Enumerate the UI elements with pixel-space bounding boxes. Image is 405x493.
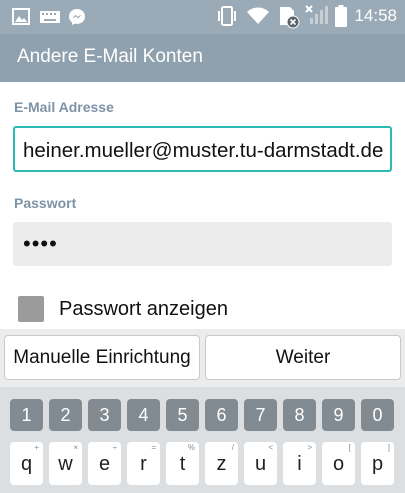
email-field[interactable]: heiner.mueller@muster.tu-darmstadt.de — [13, 126, 392, 172]
keyboard-icon — [40, 11, 60, 23]
key-9[interactable]: 9 — [322, 399, 355, 431]
button-bar: Manuelle Einrichtung Weiter — [0, 329, 405, 387]
password-value: •••• — [23, 231, 58, 256]
keyboard: 1 2 3 4 5 6 7 8 9 0 + q × w ÷ e = r % t … — [0, 387, 405, 493]
key-i-hint: > — [307, 443, 312, 452]
show-password-checkbox[interactable] — [18, 296, 44, 322]
manual-setup-button[interactable]: Manuelle Einrichtung — [4, 335, 200, 380]
key-p-label: p — [371, 453, 384, 475]
app-bar: Andere E-Mail Konten — [0, 34, 405, 82]
key-p-hint: ] — [387, 443, 390, 452]
key-t[interactable]: % t — [166, 442, 199, 485]
key-q-label: q — [20, 453, 33, 475]
key-4[interactable]: 4 — [127, 399, 160, 431]
key-o-hint: [ — [348, 443, 351, 452]
key-u[interactable]: < u — [244, 442, 277, 485]
key-2[interactable]: 2 — [49, 399, 82, 431]
show-password-label[interactable]: Passwort anzeigen — [59, 298, 228, 321]
key-e-label: e — [98, 453, 111, 475]
key-1[interactable]: 1 — [10, 399, 43, 431]
next-button[interactable]: Weiter — [205, 335, 401, 380]
key-7[interactable]: 7 — [244, 399, 277, 431]
key-i-label: i — [297, 453, 302, 475]
key-6[interactable]: 6 — [205, 399, 238, 431]
key-t-hint: % — [187, 443, 195, 452]
key-w[interactable]: × w — [49, 442, 82, 485]
key-i[interactable]: > i — [283, 442, 316, 485]
wifi-icon — [247, 7, 269, 24]
key-o[interactable]: [ o — [322, 442, 355, 485]
vibrate-icon — [218, 6, 236, 26]
messenger-icon — [69, 9, 85, 25]
email-value: heiner.mueller@muster.tu-darmstadt.de — [23, 139, 384, 162]
key-q-hint: + — [34, 443, 39, 452]
key-r[interactable]: = r — [127, 442, 160, 485]
key-w-label: w — [58, 453, 73, 475]
key-r-label: r — [140, 453, 147, 475]
password-label: Passwort — [14, 195, 77, 211]
battery-icon — [335, 5, 347, 27]
key-z-label: z — [216, 453, 227, 475]
key-u-hint: < — [268, 443, 273, 452]
key-z[interactable]: / z — [205, 442, 238, 485]
email-label: E-Mail Adresse — [14, 99, 114, 115]
key-p[interactable]: ] p — [361, 442, 394, 485]
password-field[interactable]: •••• — [13, 222, 392, 266]
key-e[interactable]: ÷ e — [88, 442, 121, 485]
key-3[interactable]: 3 — [88, 399, 121, 431]
key-o-label: o — [332, 453, 345, 475]
key-t-label: t — [179, 453, 186, 475]
manual-setup-label: Manuelle Einrichtung — [13, 346, 191, 368]
signal-icon — [305, 5, 328, 24]
sim-no-service-icon — [280, 7, 300, 29]
key-8[interactable]: 8 — [283, 399, 316, 431]
gallery-icon — [12, 8, 30, 25]
key-e-hint: ÷ — [112, 443, 117, 452]
key-u-label: u — [254, 453, 267, 475]
status-bar: 14:58 — [0, 0, 405, 34]
key-5[interactable]: 5 — [166, 399, 199, 431]
key-w-hint: × — [73, 443, 78, 452]
clock: 14:58 — [354, 6, 397, 25]
key-0[interactable]: 0 — [361, 399, 394, 431]
page-title: Andere E-Mail Konten — [17, 46, 203, 67]
key-z-hint: / — [231, 443, 234, 452]
key-r-hint: = — [151, 443, 156, 452]
key-q[interactable]: + q — [10, 442, 43, 485]
next-label: Weiter — [275, 346, 331, 368]
